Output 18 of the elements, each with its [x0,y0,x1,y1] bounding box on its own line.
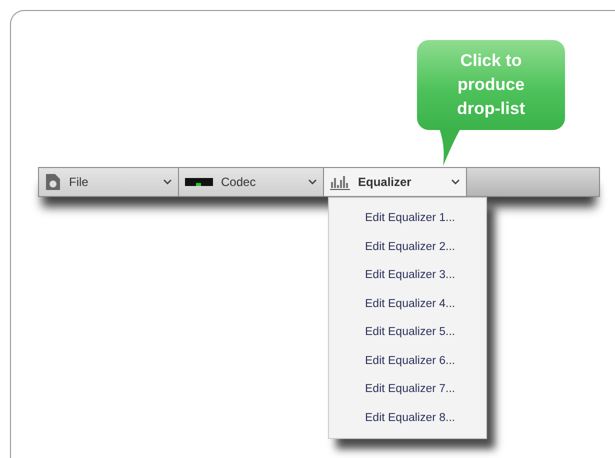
menu-item[interactable]: Edit Equalizer 5... [329,318,486,346]
menu-item[interactable]: Edit Equalizer 8... [329,404,486,432]
codec-icon [185,178,213,186]
caret-icon [308,179,317,185]
caret-icon [163,179,172,185]
dropdown-button[interactable]: File [39,168,179,196]
menu-item[interactable]: Edit Equalizer 6... [329,346,486,375]
menu-item[interactable]: Edit Equalizer 2... [329,232,486,261]
caret-icon [451,179,460,185]
equalizer-icon [330,174,350,190]
menu-item[interactable]: Edit Equalizer 7... [329,375,486,404]
menu-item[interactable]: Edit Equalizer 1... [329,204,486,232]
dropdown-button[interactable]: Codec [179,168,324,196]
menu-item[interactable]: Edit Equalizer 3... [329,261,486,290]
file-icon [45,173,61,191]
callout-bubble: Click to produce drop-list [417,40,565,130]
dropdown-button[interactable]: Equalizer [324,168,467,196]
menu-item[interactable]: Edit Equalizer 4... [329,290,486,318]
